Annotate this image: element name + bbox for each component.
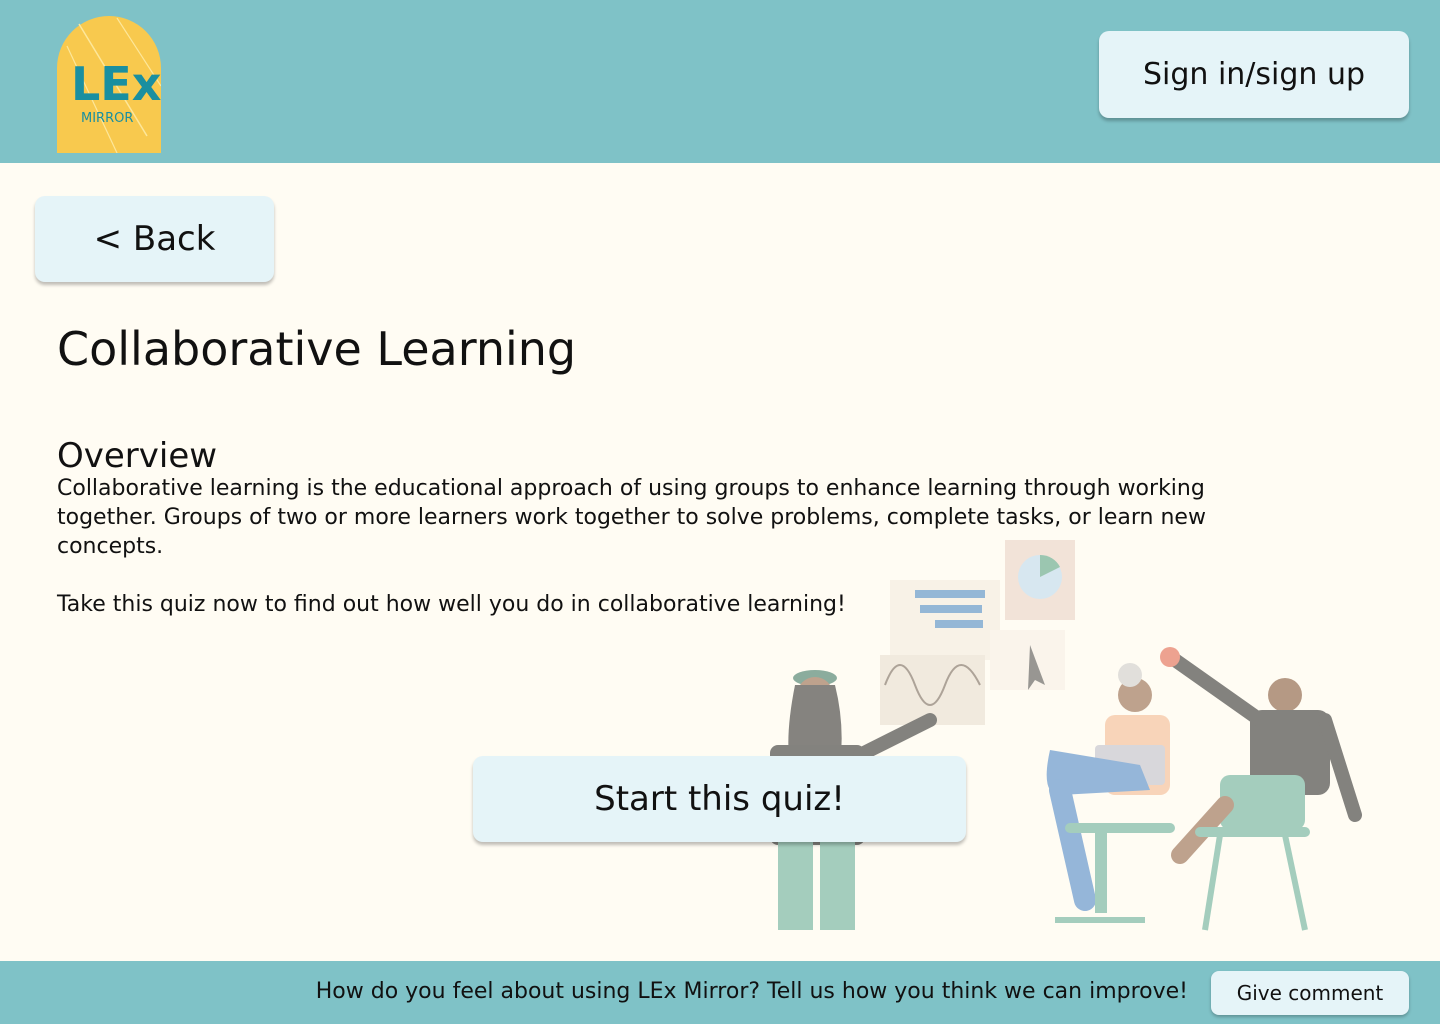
sign-in-button[interactable]: Sign in/sign up [1099,31,1409,118]
logo-title: LEx [71,57,161,111]
overview-heading: Overview [57,436,218,476]
collaboration-illustration [770,540,1362,931]
logo-subtitle: MIRROR [81,111,133,126]
page-title: Collaborative Learning [57,322,577,376]
lex-mirror-logo[interactable]: LEx MIRROR [57,16,161,153]
start-quiz-button[interactable]: Start this quiz! [473,756,966,842]
footer: How do you feel about using LEx Mirror? … [0,961,1440,1024]
header: LEx MIRROR Sign in/sign up [0,0,1440,163]
give-comment-button[interactable]: Give comment [1211,971,1409,1015]
back-button[interactable]: < Back [35,196,274,282]
feedback-prompt: How do you feel about using LEx Mirror? … [315,979,1188,1004]
